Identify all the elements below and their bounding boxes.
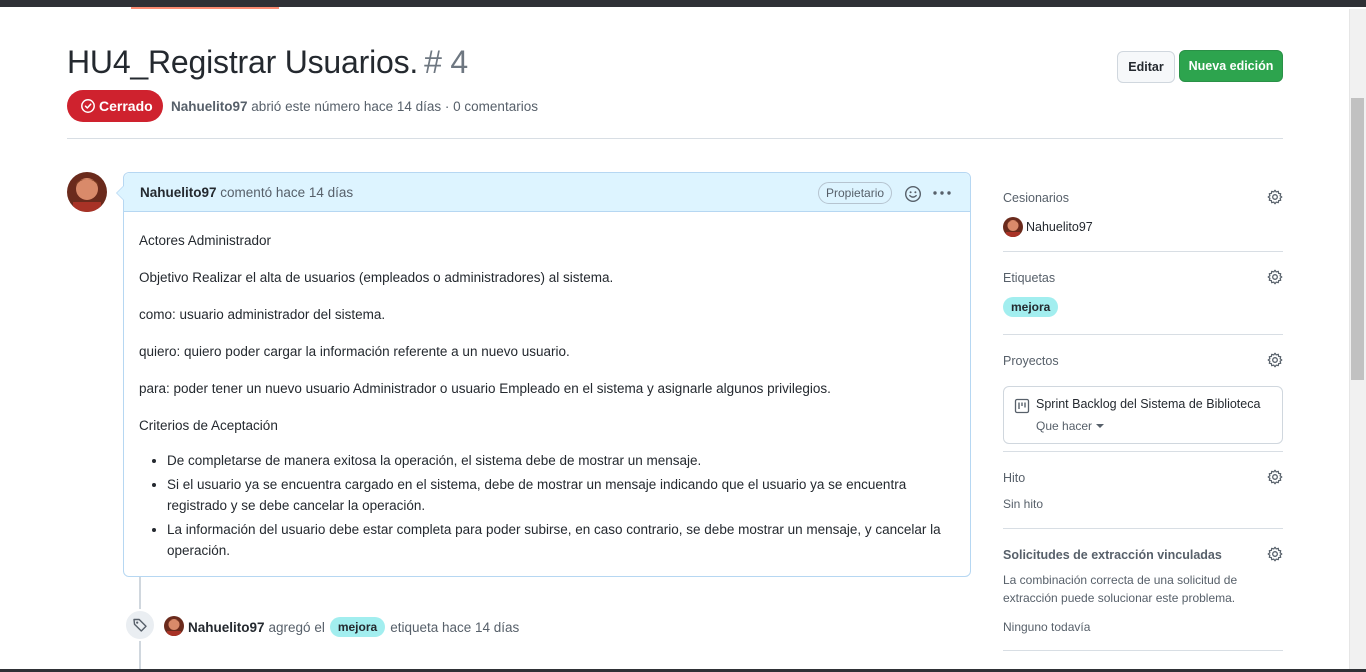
- label-event: Nahuelito97 agregó el mejora etiqueta ha…: [188, 617, 519, 637]
- gear-icon[interactable]: [1267, 352, 1283, 368]
- milestone-title[interactable]: Hito: [1003, 471, 1025, 485]
- label-chip[interactable]: mejora: [1003, 297, 1059, 317]
- project-name[interactable]: Sprint Backlog del Sistema de Biblioteca: [1036, 397, 1260, 411]
- comment-author-line: Nahuelito97 comentó hace 14 días: [140, 185, 353, 200]
- linked-prs-title: Solicitudes de extracción vinculadas: [1003, 548, 1222, 562]
- tag-icon: [124, 609, 156, 641]
- sidebar-divider: [1003, 334, 1283, 335]
- project-card[interactable]: Sprint Backlog del Sistema de Biblioteca…: [1003, 386, 1283, 444]
- issue-author-link[interactable]: Nahuelito97: [171, 99, 248, 114]
- sidebar-divider: [1003, 650, 1283, 651]
- comment-paragraph: para: poder tener un nuevo usuario Admin…: [139, 381, 831, 396]
- issue-comment: Nahuelito97 comentó hace 14 días Propiet…: [116, 172, 971, 577]
- comment-paragraph: Objetivo Realizar el alta de usuarios (e…: [139, 270, 614, 285]
- assignees-title[interactable]: Cesionarios: [1003, 191, 1069, 205]
- sidebar-divider: [1003, 528, 1283, 529]
- assignee-name: Nahuelito97: [1026, 220, 1093, 234]
- sidebar-divider: [1003, 251, 1283, 252]
- issue-meta-text: abrió este número hace 14 días · 0 comen…: [251, 99, 538, 114]
- event-author-link[interactable]: Nahuelito97: [188, 620, 265, 635]
- smiley-icon[interactable]: [904, 185, 922, 203]
- gear-icon[interactable]: [1267, 269, 1283, 285]
- caret-down-icon: [1096, 424, 1105, 428]
- gear-icon[interactable]: [1267, 189, 1283, 205]
- gear-icon[interactable]: [1267, 469, 1283, 485]
- linked-prs-description: La combinación correcta de una solicitud…: [1003, 573, 1238, 605]
- edit-button[interactable]: Editar: [1117, 51, 1175, 83]
- new-issue-button[interactable]: Nueva edición: [1179, 50, 1283, 82]
- criteria-item: La información del usuario debe estar co…: [167, 519, 955, 561]
- project-board-icon: [1014, 398, 1030, 414]
- comment-header: Nahuelito97 comentó hace 14 días Propiet…: [124, 173, 970, 212]
- issue-number: # 4: [424, 44, 468, 80]
- issue-title-text: HU4_Registrar Usuarios.: [67, 44, 419, 80]
- criteria-list: De completarse de manera exitosa la oper…: [139, 450, 955, 561]
- criteria-item: Si el usuario ya se encuentra cargado en…: [167, 474, 955, 516]
- status-badge: Cerrado: [67, 90, 163, 122]
- comment-time[interactable]: comentó hace 14 días: [220, 185, 353, 200]
- comment-author-link[interactable]: Nahuelito97: [140, 185, 217, 200]
- closed-issue-icon: [81, 99, 95, 113]
- status-label: Cerrado: [99, 98, 153, 114]
- labels-title[interactable]: Etiquetas: [1003, 271, 1055, 285]
- issue-meta: Nahuelito97 abrió este número hace 14 dí…: [171, 99, 538, 114]
- comment-caret-inner: [117, 186, 124, 200]
- criteria-item: De completarse de manera exitosa la oper…: [167, 450, 955, 471]
- comment-body: Actores Administrador Objetivo Realizar …: [124, 212, 970, 561]
- issue-title: HU4_Registrar Usuarios. # 4: [67, 44, 468, 81]
- assignee-avatar: [1003, 217, 1023, 237]
- event-author-avatar[interactable]: [164, 616, 184, 636]
- event-action: agregó el: [268, 619, 325, 635]
- comment-paragraph: Criterios de Aceptación: [139, 418, 278, 433]
- project-status: Que hacer: [1036, 419, 1093, 433]
- milestone-value: Sin hito: [1003, 497, 1044, 511]
- linked-prs-value: Ninguno todavía: [1003, 620, 1091, 634]
- event-label-chip[interactable]: mejora: [329, 617, 386, 637]
- active-tab-indicator: [131, 7, 279, 9]
- project-status-dropdown[interactable]: Que hacer: [1036, 419, 1105, 433]
- header-divider: [67, 138, 1283, 139]
- author-avatar[interactable]: [67, 172, 107, 212]
- sidebar-divider: [1003, 451, 1283, 452]
- kebab-menu-icon[interactable]: [932, 186, 952, 200]
- comment-paragraph: como: usuario administrador del sistema.: [139, 307, 386, 322]
- event-suffix[interactable]: etiqueta hace 14 días: [390, 620, 519, 635]
- scrollbar-thumb[interactable]: [1351, 98, 1364, 380]
- comment-paragraph: Actores Administrador: [139, 233, 272, 248]
- owner-badge: Propietario: [818, 182, 893, 204]
- gear-icon[interactable]: [1267, 546, 1283, 562]
- browser-top-bar: [0, 0, 1366, 7]
- projects-title[interactable]: Proyectos: [1003, 354, 1059, 368]
- assignee-item[interactable]: Nahuelito97: [1003, 217, 1093, 237]
- comment-paragraph: quiero: quiero poder cargar la informaci…: [139, 344, 570, 359]
